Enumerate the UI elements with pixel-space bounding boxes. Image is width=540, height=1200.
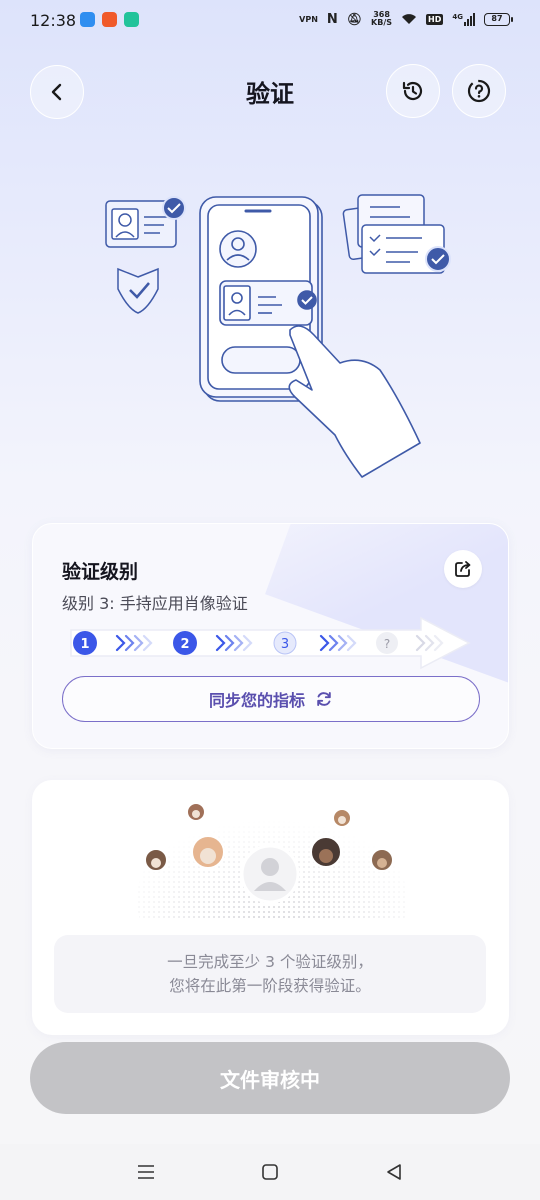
back-nav-button[interactable] — [382, 1160, 406, 1184]
verification-info-card: 一旦完成至少 3 个验证级别， 您将在此第一阶段获得验证。 — [32, 780, 509, 1035]
step-1-label: 1 — [80, 637, 89, 652]
step-1: 1 — [73, 631, 97, 655]
level-progress-steps: 1 2 3 ? — [70, 616, 471, 670]
community-globe-illustration — [132, 800, 412, 920]
user-avatar-placeholder — [240, 844, 300, 904]
app-notification-icon — [102, 12, 117, 27]
check-badge-icon — [162, 196, 186, 220]
help-icon — [467, 79, 491, 103]
level-card-title: 验证级别 — [62, 561, 139, 583]
history-icon — [402, 81, 423, 101]
mute-icon: 🔕︎ — [346, 12, 363, 26]
app-notification-icon — [80, 12, 95, 27]
verification-illustration — [105, 194, 451, 478]
menu-icon — [138, 1165, 154, 1179]
back-triangle-icon — [387, 1164, 401, 1180]
step-4-label: ? — [384, 637, 390, 651]
sync-button-label: 同步您的指标 — [208, 691, 305, 710]
refresh-icon — [317, 692, 331, 706]
battery-icon: 87 — [484, 12, 513, 26]
home-icon — [262, 1164, 278, 1180]
step-2-label: 2 — [180, 637, 189, 652]
network-speed: 368 KB/S — [371, 10, 393, 27]
check-badge-icon — [425, 246, 451, 272]
history-button[interactable] — [386, 64, 440, 118]
document-review-button[interactable]: 文件审核中 — [30, 1042, 510, 1114]
info-message-line1: 一旦完成至少 3 个验证级别， — [167, 953, 373, 971]
step-3: 3 — [273, 631, 297, 655]
info-message-line2: 您将在此第一阶段获得验证。 — [169, 977, 371, 995]
step-3-label: 3 — [281, 637, 289, 652]
signal-icon: 4G — [452, 12, 475, 26]
sync-metrics-button[interactable]: 同步您的指标 — [62, 676, 480, 722]
chat-notification-icon — [124, 12, 139, 27]
status-time: 12:38 — [30, 11, 77, 30]
verification-level-card: 验证级别 级别 3: 手持应用肖像验证 1 2 3 ? 同步您的指标 — [32, 523, 509, 749]
system-navigation-bar — [0, 1144, 540, 1200]
menu-nav-button[interactable] — [134, 1160, 158, 1184]
help-button[interactable] — [452, 64, 506, 118]
share-button[interactable] — [444, 550, 482, 588]
vpn-icon: VPN — [299, 14, 318, 24]
step-2: 2 — [173, 631, 197, 655]
share-icon — [455, 561, 471, 577]
status-bar: 12:38 VPN N 🔕︎ 368 KB/S HD 4G 87 — [0, 0, 540, 40]
step-4: ? — [376, 632, 398, 654]
shield-icon — [117, 267, 159, 314]
info-message: 一旦完成至少 3 个验证级别， 您将在此第一阶段获得验证。 — [54, 935, 486, 1013]
hd-icon: HD — [426, 13, 444, 25]
nfc-icon: N — [326, 11, 338, 27]
wifi-icon — [402, 14, 417, 24]
home-nav-button[interactable] — [258, 1160, 282, 1184]
level-card-subtitle: 级别 3: 手持应用肖像验证 — [62, 594, 248, 613]
hand-icon — [288, 325, 421, 478]
